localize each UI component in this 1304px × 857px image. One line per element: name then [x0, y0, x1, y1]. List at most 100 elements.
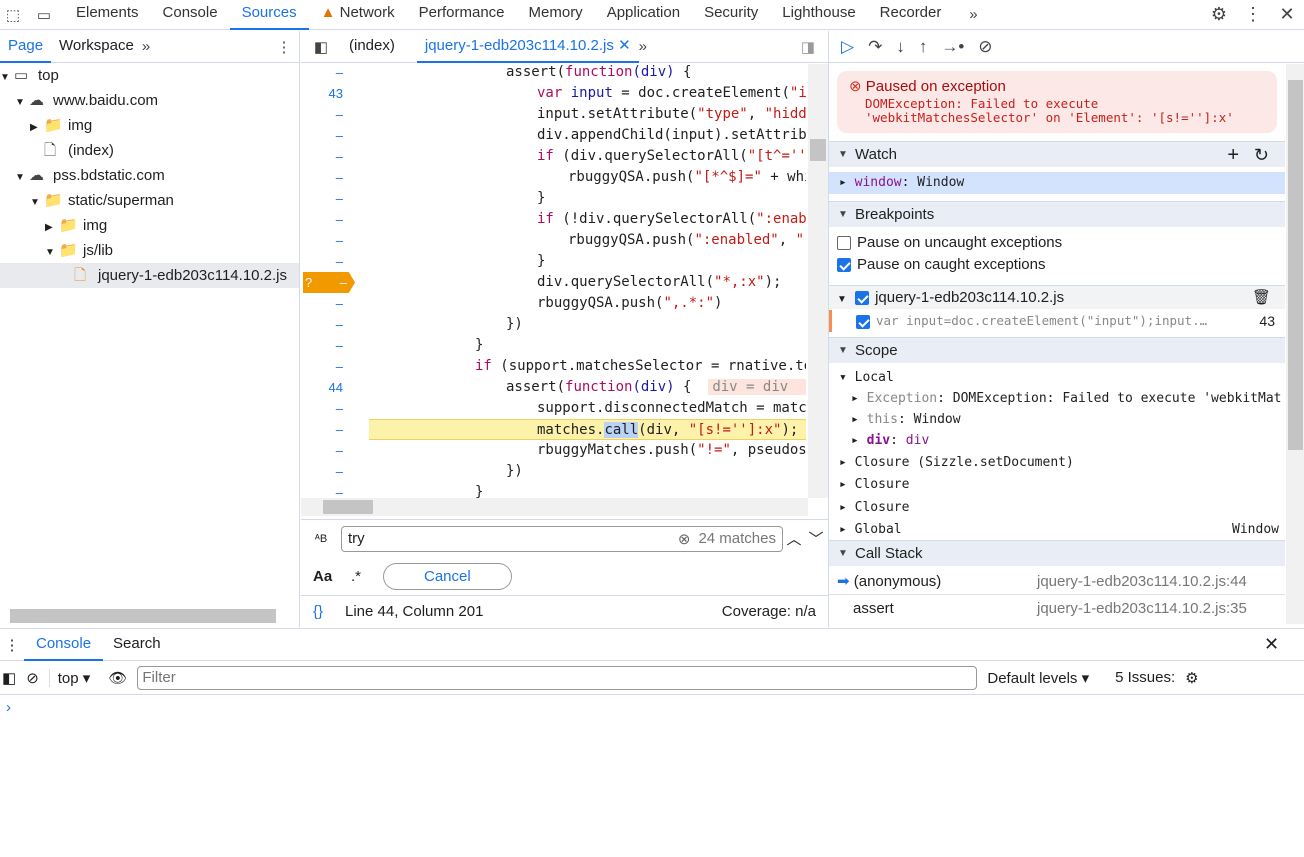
- breakpoint-file[interactable]: ▼ jquery-1-edb203c114.10.2.js 🗑: [829, 285, 1285, 309]
- step-out-icon[interactable]: ↑: [919, 37, 928, 57]
- regex-button[interactable]: .*: [351, 568, 383, 585]
- pause-caught-checkbox[interactable]: Pause on caught exceptions: [829, 254, 1285, 276]
- line-number[interactable]: –: [301, 419, 351, 440]
- step-over-icon[interactable]: ↷: [868, 37, 882, 57]
- more-tabs-icon[interactable]: »: [142, 38, 150, 55]
- breakpoint-item[interactable]: var input=doc.createElement("input");inp…: [829, 310, 1285, 332]
- code-line[interactable]: }): [301, 314, 806, 335]
- search-input[interactable]: try ⊗ 24 matches: [341, 525, 783, 552]
- step-into-icon[interactable]: ↓: [896, 37, 905, 57]
- close-drawer-icon[interactable]: ✕: [1264, 634, 1304, 655]
- live-expression-eye-icon[interactable]: 👁: [108, 669, 127, 687]
- tab-workspace[interactable]: Workspace: [51, 31, 142, 63]
- code-line[interactable]: if (div.querySelectorAll("[t^='']": [301, 146, 806, 167]
- line-number[interactable]: ? –: [303, 272, 355, 293]
- sidebar-toggle-icon[interactable]: ◧: [2, 669, 16, 687]
- call-frame[interactable]: assert jquery-1-edb203c114.10.2.js:35: [829, 596, 1285, 622]
- console-filter-input[interactable]: [137, 665, 978, 690]
- vertical-scrollbar[interactable]: [1286, 64, 1304, 624]
- tab-lighthouse[interactable]: Lighthouse: [770, 0, 867, 30]
- delete-breakpoints-icon[interactable]: 🗑: [1252, 286, 1271, 310]
- breakpoints-section-header[interactable]: ▼ Breakpoints: [829, 201, 1285, 227]
- more-options-icon[interactable]: ⋮: [269, 38, 299, 56]
- tree-item[interactable]: ▼ ▭ top: [0, 63, 299, 88]
- code-line[interactable]: }: [301, 251, 806, 272]
- line-number[interactable]: –: [301, 64, 351, 83]
- pretty-print-icon[interactable]: {}: [313, 603, 345, 620]
- tree-item[interactable]: ▼ ☁ www.baidu.com: [0, 88, 299, 113]
- console-prompt[interactable]: ›: [0, 695, 1304, 720]
- code-line[interactable]: div.querySelectorAll("*,:x");: [301, 272, 806, 293]
- pause-uncaught-checkbox[interactable]: Pause on uncaught exceptions: [829, 232, 1285, 254]
- tab-network[interactable]: ▲ Network: [309, 0, 407, 30]
- watch-section-header[interactable]: ▼ Watch + ↻: [829, 141, 1285, 167]
- code-line[interactable]: div.appendChild(input).setAttribut: [301, 125, 806, 146]
- more-tabs-icon[interactable]: »: [639, 38, 647, 55]
- more-menu-icon[interactable]: ⋮: [1236, 4, 1270, 25]
- code-line[interactable]: rbuggyQSA.push("[*^$]=" + whit: [301, 167, 806, 188]
- more-tabs-icon[interactable]: »: [953, 6, 993, 23]
- resume-icon[interactable]: ▷: [841, 37, 854, 57]
- call-frame[interactable]: ➡ (anonymous) jquery-1-edb203c114.10.2.js…: [829, 569, 1285, 595]
- line-number[interactable]: –: [301, 125, 351, 146]
- line-number[interactable]: –: [301, 356, 351, 377]
- code-line[interactable]: }: [301, 188, 806, 209]
- conditional-breakpoint-marker[interactable]: ?: [305, 272, 312, 293]
- line-number[interactable]: –: [301, 314, 351, 335]
- step-icon[interactable]: →•: [941, 37, 964, 57]
- drawer-menu-icon[interactable]: ⋮: [0, 636, 24, 654]
- inspect-element-icon[interactable]: ⬚: [2, 6, 24, 24]
- line-number[interactable]: –: [301, 398, 351, 419]
- cancel-button[interactable]: Cancel: [383, 562, 512, 590]
- scope-section-header[interactable]: ▼ Scope: [829, 337, 1285, 363]
- clear-search-icon[interactable]: ⊗: [678, 530, 691, 548]
- line-number[interactable]: –: [301, 482, 351, 498]
- line-number[interactable]: –: [301, 335, 351, 356]
- tab-jquery[interactable]: jquery-1-edb203c114.10.2.js ✕: [416, 31, 639, 63]
- scope-closure[interactable]: ▸ Closure: [829, 497, 1285, 519]
- line-number[interactable]: 43: [301, 83, 351, 104]
- tab-performance[interactable]: Performance: [407, 0, 517, 30]
- line-number[interactable]: –: [301, 461, 351, 482]
- toggle-navigator-icon[interactable]: ◧: [301, 38, 341, 56]
- callstack-section-header[interactable]: ▼ Call Stack: [829, 540, 1285, 566]
- code-line[interactable]: if (support.matchesSelector = rnative.te…: [301, 356, 806, 377]
- line-number[interactable]: –: [301, 440, 351, 461]
- code-line[interactable]: }: [301, 482, 806, 498]
- code-line[interactable]: rbuggyMatches.push("!=", pseudos): [301, 440, 806, 461]
- add-watch-icon[interactable]: +: [1227, 142, 1239, 168]
- close-devtools-icon[interactable]: ✕: [1270, 4, 1304, 25]
- match-case-button[interactable]: Aa: [313, 568, 351, 585]
- refresh-icon[interactable]: ↻: [1254, 142, 1269, 168]
- tree-item[interactable]: ▼ ☁ pss.bdstatic.com: [0, 163, 299, 188]
- tab-console[interactable]: Console: [24, 629, 104, 661]
- vertical-scrollbar[interactable]: [808, 64, 828, 498]
- tab-memory[interactable]: Memory: [517, 0, 595, 30]
- device-toolbar-icon[interactable]: ▭: [24, 6, 64, 24]
- scope-closure[interactable]: ▸ Closure: [829, 474, 1285, 496]
- code-line[interactable]: if (!div.querySelectorAll(":enable: [301, 209, 806, 230]
- line-number[interactable]: –: [301, 230, 351, 251]
- watch-item[interactable]: ▸ window: Window: [829, 172, 1285, 194]
- line-number[interactable]: –: [301, 167, 351, 188]
- line-number[interactable]: –: [301, 251, 351, 272]
- code-line[interactable]: input.setAttribute("type", "hidden: [301, 104, 806, 125]
- line-number[interactable]: –: [301, 209, 351, 230]
- code-line[interactable]: rbuggyQSA.push(",.*:"): [301, 293, 806, 314]
- tab-page[interactable]: Page: [0, 31, 52, 63]
- code-line[interactable]: assert(function(div) { div = div {al: [301, 377, 806, 398]
- tree-item[interactable]: ▼ 📁 js/lib: [0, 238, 299, 263]
- tree-item[interactable]: 🗋 (index): [0, 138, 299, 163]
- tab-index[interactable]: (index): [341, 31, 403, 63]
- horizontal-scrollbar[interactable]: [301, 498, 808, 516]
- scope-local[interactable]: ▾ Local: [829, 367, 1285, 389]
- console-settings-icon[interactable]: ⚙: [1185, 669, 1198, 687]
- toggle-debugger-icon[interactable]: ◨: [788, 38, 828, 56]
- tab-security[interactable]: Security: [692, 0, 770, 30]
- context-selector[interactable]: top ▾: [48, 668, 99, 687]
- line-number[interactable]: –: [301, 104, 351, 125]
- code-line[interactable]: var input = doc.createElement("inp: [301, 83, 806, 104]
- line-number[interactable]: –: [301, 188, 351, 209]
- line-number[interactable]: –: [301, 146, 351, 167]
- tree-item[interactable]: ▼ 📁 static/superman: [0, 188, 299, 213]
